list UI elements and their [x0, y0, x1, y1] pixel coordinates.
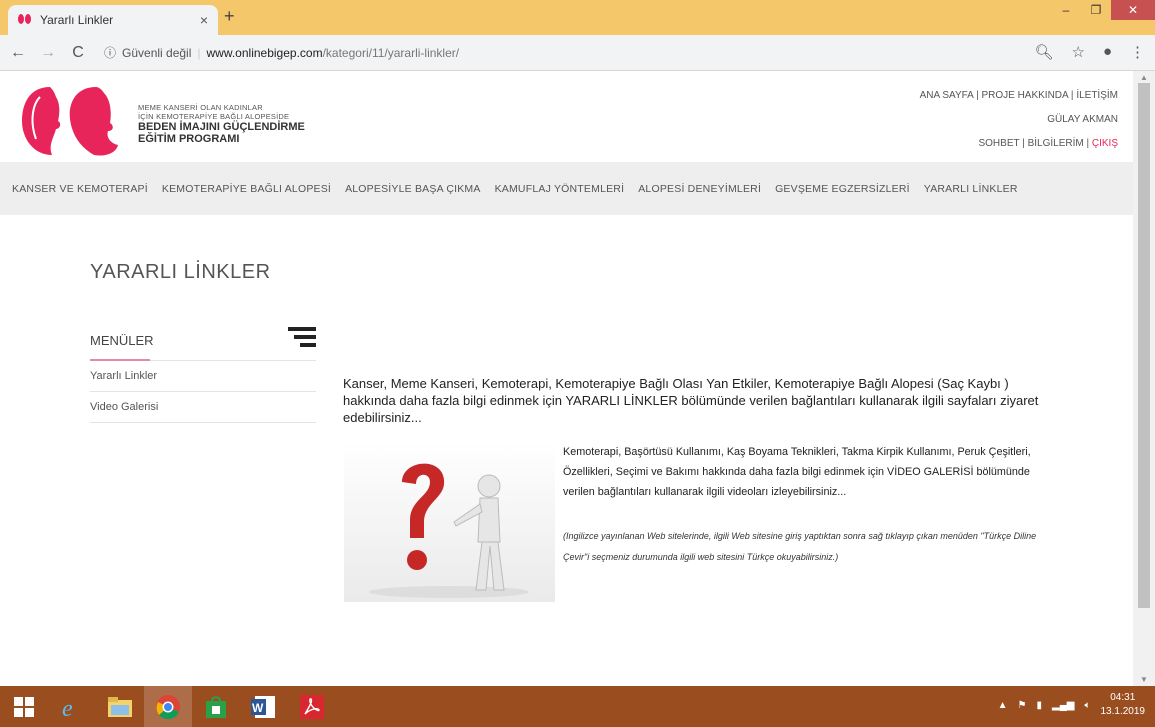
svg-text:e: e [62, 696, 73, 720]
page-scrollbar[interactable]: ▲ ▼ [1133, 71, 1155, 686]
tab-title: Yararlı Linkler [40, 13, 114, 27]
logo-line-1: MEME KANSERİ OLAN KADINLAR [138, 103, 263, 112]
file-explorer-icon[interactable] [96, 686, 144, 727]
chrome-icon[interactable] [144, 686, 192, 727]
store-icon[interactable] [192, 686, 240, 727]
flag-icon[interactable]: ⚑ [1018, 700, 1027, 711]
question-mark-figure-image [344, 442, 555, 602]
page-title: YARARLI LİNKLER [90, 261, 271, 283]
side-menu-item-video-galerisi[interactable]: Video Galerisi [90, 392, 316, 423]
windows-start-icon[interactable] [0, 686, 48, 727]
nav-kanser-ve-kemoterapi[interactable]: KANSER VE KEMOTERAPİ [12, 183, 148, 195]
clock[interactable]: 04:31 13.1.2019 [1101, 691, 1146, 719]
intro-text: Kanser, Meme Kanseri, Kemoterapi, Kemote… [343, 376, 1039, 425]
clock-date: 13.1.2019 [1100, 706, 1146, 717]
tab-close-icon[interactable]: × [200, 12, 208, 28]
link-proje-hakkinda[interactable]: PROJE HAKKINDA [981, 90, 1068, 101]
browser-tab[interactable]: Yararlı Linkler × [8, 5, 218, 35]
window-controls: – ❐ ✕ [1051, 0, 1155, 20]
bookmark-star-icon[interactable]: ☆ [1071, 43, 1084, 61]
main-navigation: KANSER VE KEMOTERAPİ KEMOTERAPİYE BAĞLI … [0, 162, 1133, 215]
scroll-up-icon[interactable]: ▲ [1133, 73, 1155, 82]
web-page: MEME KANSERİ OLAN KADINLAR İÇİN KEMOTERA… [0, 71, 1133, 686]
side-menu-heading: MENÜLER [90, 333, 154, 348]
volume-icon[interactable]: 🔈︎ [1085, 700, 1091, 711]
menu-toggle-icon[interactable] [288, 326, 316, 347]
forward-icon[interactable]: → [36, 44, 60, 62]
site-logo[interactable]: MEME KANSERİ OLAN KADINLAR İÇİN KEMOTERA… [20, 83, 305, 159]
link-iletisim[interactable]: İLETİŞİM [1076, 90, 1118, 101]
signal-icon[interactable]: ▂▄▆ [1052, 700, 1074, 711]
restore-button[interactable]: ❐ [1081, 0, 1111, 20]
zoom-icon[interactable]: 🔍︎ [1034, 43, 1053, 61]
logo-line-2: İÇİN KEMOTERAPİYE BAĞLI ALOPESİDE [138, 112, 290, 121]
scrollbar-thumb[interactable] [1138, 83, 1150, 608]
new-tab-button[interactable]: + [224, 6, 235, 27]
address-bar: ← → C ⓘ Güvenli değil | www.onlinebigep.… [0, 35, 1155, 71]
info-icon[interactable]: ⓘ [104, 44, 116, 61]
nav-kemoterapiye-bagli-alopesi[interactable]: KEMOTERAPİYE BAĞLI ALOPESİ [162, 183, 331, 195]
windows-taskbar: e W ▲ ⚑ ▮ ▂▄▆ 🔈︎ 04:31 13.1.2019 [0, 686, 1155, 727]
site-favicon-icon [18, 14, 32, 26]
url-path: /kategori/11/yararli-linkler/ [322, 45, 460, 60]
link-bilgilerim[interactable]: BİLGİLERİM [1028, 138, 1084, 149]
side-menu: MENÜLER Yararlı Linkler Video Galerisi [90, 321, 316, 423]
back-icon[interactable]: ← [6, 44, 30, 62]
nav-yararli-linkler[interactable]: YARARLI LİNKLER [924, 183, 1018, 195]
window-close-button[interactable]: ✕ [1111, 0, 1155, 20]
video-gallery-description: Kemoterapi, Başörtüsü Kullanımı, Kaş Boy… [563, 446, 1031, 498]
nav-alopesi-deneyimleri[interactable]: ALOPESİ DENEYİMLERİ [638, 183, 761, 195]
nav-alopesiyle-basa-cikma[interactable]: ALOPESİYLE BAŞA ÇIKMA [345, 183, 481, 195]
tray-expand-icon[interactable]: ▲ [998, 700, 1008, 711]
nav-kamuflaj-yontemleri[interactable]: KAMUFLAJ YÖNTEMLERİ [495, 183, 625, 195]
acrobat-icon[interactable] [288, 686, 336, 727]
logo-line-4: EĞİTİM PROGRAMI [138, 133, 240, 145]
women-silhouette-logo-icon [22, 87, 118, 156]
link-sohbet[interactable]: SOHBET [978, 138, 1019, 149]
header-links: ANA SAYFA | PROJE HAKKINDA | İLETİŞİM GÜ… [919, 90, 1118, 149]
side-menu-item-yararli-linkler[interactable]: Yararlı Linkler [90, 361, 316, 392]
svg-text:W: W [252, 701, 264, 715]
nav-gevseme-egzersizleri[interactable]: GEVŞEME EGZERSİZLERİ [775, 183, 910, 195]
logo-line-3: BEDEN İMAJINI GÜÇLENDİRME [138, 121, 305, 133]
system-tray: ▲ ⚑ ▮ ▂▄▆ 🔈︎ 04:31 13.1.2019 [998, 691, 1145, 719]
minimize-button[interactable]: – [1051, 0, 1081, 20]
browser-menu-icon[interactable]: ⋮ [1130, 43, 1145, 61]
url-host: www.onlinebigep.com [206, 45, 323, 60]
browser-tab-bar: Yararlı Linkler × + – ❐ ✕ [0, 0, 1155, 35]
link-ana-sayfa[interactable]: ANA SAYFA [920, 90, 974, 101]
translation-note: (Ingilizce yayınlanan Web sitelerinde, i… [563, 531, 1037, 562]
security-label: Güvenli değil [122, 45, 192, 60]
scroll-down-icon[interactable]: ▼ [1133, 675, 1155, 684]
logout-link[interactable]: ÇIKIŞ [1092, 138, 1118, 149]
user-name: GÜLAY AKMAN [1047, 114, 1118, 125]
internet-explorer-icon[interactable]: e [48, 686, 96, 727]
word-icon[interactable]: W [240, 686, 288, 727]
url-field[interactable]: ⓘ Güvenli değil | www.onlinebigep.com/ka… [104, 44, 459, 61]
profile-icon[interactable]: ● [1103, 43, 1112, 61]
clock-time: 04:31 [1110, 692, 1136, 703]
reload-icon[interactable]: C [66, 44, 90, 62]
battery-icon[interactable]: ▮ [1037, 700, 1043, 711]
